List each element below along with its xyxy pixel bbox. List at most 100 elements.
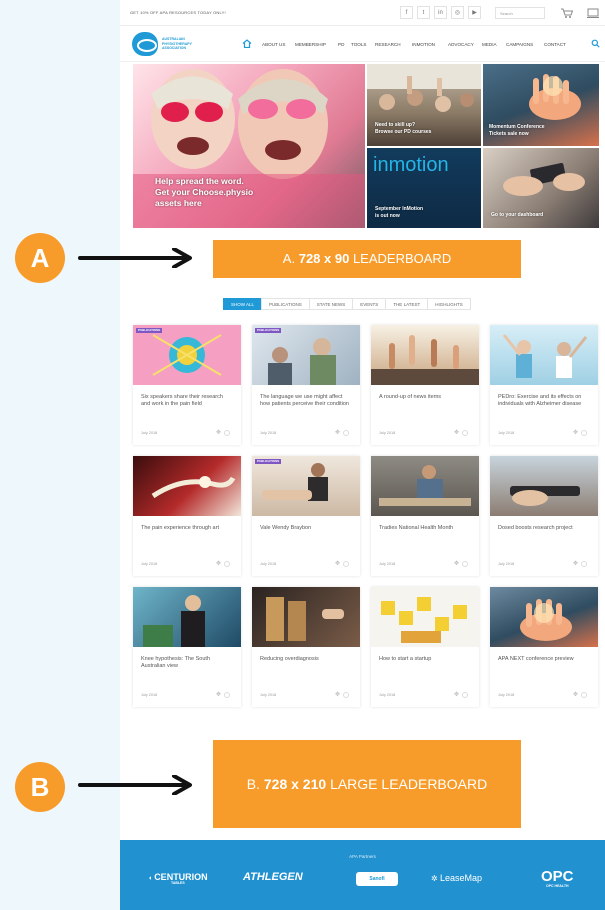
hero-tile-conference[interactable]: Momentum Conference Tickets sale now: [483, 64, 599, 146]
promo-text[interactable]: GET 10% OFF APA RESOURCES TODAY ONLY!: [130, 10, 226, 15]
card-title: APA NEXT conference preview: [498, 656, 574, 662]
like-icon[interactable]: ✥: [335, 429, 340, 436]
share-icon[interactable]: [581, 430, 587, 436]
share-icon[interactable]: [224, 561, 230, 567]
nav-item-research[interactable]: RESEARCH: [375, 42, 401, 47]
news-card[interactable]: PUBLICATIONS Vale Wendy Braybon July 201…: [252, 456, 360, 576]
news-card[interactable]: A round-up of news items July 2018 ✥: [371, 325, 479, 445]
card-date: July 2018: [498, 431, 515, 435]
filter-highlights[interactable]: HIGHLIGHTS: [427, 298, 471, 310]
card-date: July 2018: [260, 431, 277, 435]
website-mockup: GET 10% OFF APA RESOURCES TODAY ONLY! f …: [120, 0, 605, 910]
ad-b-label: LARGE LEADERBOARD: [330, 776, 488, 792]
hero-tile-pd-courses[interactable]: Need to skill up? Browse our PD courses: [367, 64, 481, 146]
share-icon[interactable]: [581, 692, 587, 698]
nav-item-media[interactable]: MEDIA: [482, 42, 497, 47]
card-title: Reducing overdiagnosis: [260, 656, 319, 662]
filter-publications[interactable]: PUBLICATIONS: [261, 298, 310, 310]
twitter-icon[interactable]: t: [417, 6, 430, 19]
share-icon[interactable]: [343, 561, 349, 567]
ad-b-prefix: B.: [246, 776, 260, 792]
logo-mark-icon: [132, 32, 158, 56]
like-icon[interactable]: ✥: [335, 560, 340, 567]
news-card[interactable]: How to start a startup July 2018 ✥: [371, 587, 479, 707]
nav-item-campaigns[interactable]: CAMPAIGNS: [506, 42, 533, 47]
callout-b-badge: B: [15, 762, 65, 812]
like-icon[interactable]: ✥: [454, 560, 459, 567]
news-card[interactable]: Knee hypothesis: The South Australian vi…: [133, 587, 241, 707]
nav-item-contact[interactable]: CONTACT: [544, 42, 566, 47]
card-date: July 2018: [260, 693, 277, 697]
hero-tile-dashboard[interactable]: Go to your dashboard: [483, 148, 599, 228]
partner-leasemap-logo[interactable]: ✲ LeaseMap: [431, 873, 482, 883]
nav-item-about-us[interactable]: ABOUT US: [262, 42, 285, 47]
card-title: Knee hypothesis: The South Australian vi…: [141, 656, 211, 669]
partners-title: APA Partners: [349, 854, 376, 859]
leaderboard-ad-a[interactable]: A. 728 x 90 LEADERBOARD: [213, 240, 521, 278]
hero-tile-inmotion[interactable]: inmotion September InMotion is out now: [367, 148, 481, 228]
news-card[interactable]: APA NEXT conference preview July 2018 ✥: [490, 587, 598, 707]
like-icon[interactable]: ✥: [573, 560, 578, 567]
partner-athlegen-logo[interactable]: ATHLEGEN: [243, 871, 303, 883]
account-icon[interactable]: [586, 7, 600, 19]
like-icon[interactable]: ✥: [573, 691, 578, 698]
nav-item-membership[interactable]: MEMBERSHIP: [295, 42, 326, 47]
facebook-icon[interactable]: f: [400, 6, 413, 19]
card-date: July 2018: [498, 562, 515, 566]
card-tag: PUBLICATIONS: [255, 459, 282, 464]
search-icon[interactable]: [591, 39, 600, 48]
like-icon[interactable]: ✥: [216, 691, 221, 698]
nav-item-tools[interactable]: TOOLS: [351, 42, 367, 47]
news-card[interactable]: Tradies National Health Month July 2018 …: [371, 456, 479, 576]
filter-events[interactable]: EVENTS: [352, 298, 387, 310]
nav-item-inmotion[interactable]: INMOTION: [412, 42, 435, 47]
large-leaderboard-ad-b[interactable]: B. 728 x 210 LARGE LEADERBOARD: [213, 740, 521, 828]
like-icon[interactable]: ✥: [573, 429, 578, 436]
share-icon[interactable]: [462, 692, 468, 698]
instagram-icon[interactable]: ◎: [451, 6, 464, 19]
youtube-icon[interactable]: ▶: [468, 6, 481, 19]
ad-a-size: 728 x 90: [298, 251, 350, 266]
partner-sanofi-logo[interactable]: Sanofi: [356, 872, 398, 886]
ad-a-prefix: A.: [282, 251, 296, 266]
like-icon[interactable]: ✥: [216, 560, 221, 567]
news-card[interactable]: PUBLICATIONS The language we use might a…: [252, 325, 360, 445]
hero-main-caption: Help spread the word. Get your Choose.ph…: [155, 176, 254, 208]
share-icon[interactable]: [343, 692, 349, 698]
news-card[interactable]: Reducing overdiagnosis July 2018 ✥: [252, 587, 360, 707]
card-title: Tradies National Health Month: [379, 525, 454, 531]
cart-icon[interactable]: [560, 7, 574, 19]
partner-centurion-logo[interactable]: ◖ CENTURION TABLES: [148, 872, 208, 885]
card-title: The pain experience through art: [141, 525, 219, 531]
share-icon[interactable]: [462, 561, 468, 567]
share-icon[interactable]: [581, 561, 587, 567]
filter-show-all[interactable]: SHOW ALL: [223, 298, 263, 310]
share-icon[interactable]: [224, 692, 230, 698]
share-icon[interactable]: [462, 430, 468, 436]
filter-the-latest[interactable]: THE LATEST: [385, 298, 429, 310]
share-icon[interactable]: [343, 430, 349, 436]
news-card[interactable]: PEDro: Exercise and its effects on indiv…: [490, 325, 598, 445]
card-image: [252, 325, 360, 385]
apa-logo[interactable]: AUSTRALIAN PHYSIOTHERAPY ASSOCIATION: [132, 32, 212, 56]
news-card[interactable]: PUBLICATIONS Six speakers share their re…: [133, 325, 241, 445]
home-icon[interactable]: [242, 39, 252, 48]
header-search-input[interactable]: Search: [495, 7, 545, 19]
card-image: [371, 587, 479, 647]
news-card[interactable]: Dosed boosts research project July 2018 …: [490, 456, 598, 576]
share-icon[interactable]: [224, 430, 230, 436]
partner-opc-logo[interactable]: OPC OPC HEALTH: [541, 868, 574, 888]
card-title: How to start a startup: [379, 656, 432, 662]
news-card[interactable]: The pain experience through art July 201…: [133, 456, 241, 576]
linkedin-icon[interactable]: in: [434, 6, 447, 19]
like-icon[interactable]: ✥: [454, 429, 459, 436]
hero-main-tile[interactable]: Help spread the word. Get your Choose.ph…: [133, 64, 365, 228]
nav-item-advocacy[interactable]: ADVOCACY: [448, 42, 474, 47]
nav-item-pd[interactable]: PD: [338, 42, 344, 47]
card-image: [490, 325, 598, 385]
like-icon[interactable]: ✥: [335, 691, 340, 698]
filter-state-news[interactable]: STATE NEWS: [308, 298, 354, 310]
card-date: July 2018: [379, 562, 396, 566]
like-icon[interactable]: ✥: [216, 429, 221, 436]
like-icon[interactable]: ✥: [454, 691, 459, 698]
